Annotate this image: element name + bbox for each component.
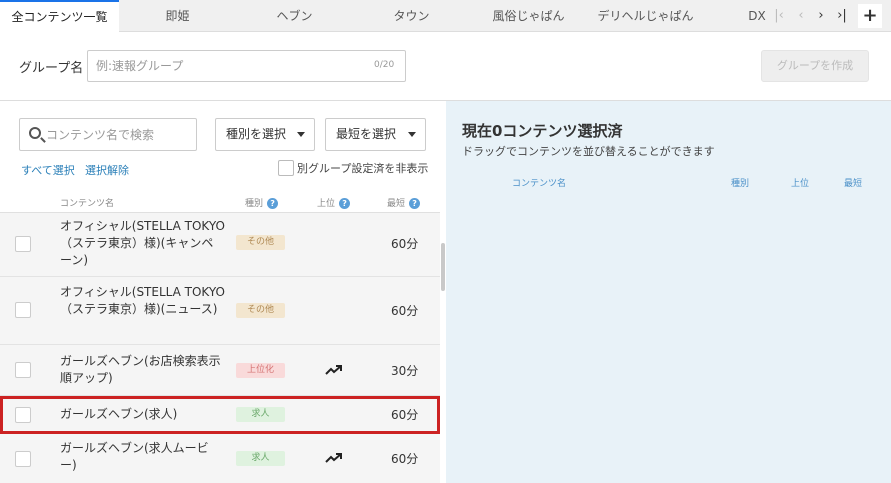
col-header-top-label: 上位 <box>317 199 336 209</box>
content-list: オフィシャル(STELLA TOKYO（ステラ東京）様)(キャンペーン) その他… <box>0 212 440 483</box>
help-icon[interactable]: ? <box>409 198 421 209</box>
col-header-name: コンテンツ名 <box>60 199 115 209</box>
tab-last-icon[interactable]: ›| <box>831 4 853 28</box>
type-badge: 上位化 <box>236 363 285 378</box>
row-checkbox[interactable] <box>15 362 31 378</box>
tab-deliheru-japan[interactable]: デリヘルじゃぱん <box>587 0 704 32</box>
list-scrollbar[interactable] <box>441 243 445 291</box>
row-checkbox[interactable] <box>15 407 31 423</box>
tab-dx[interactable]: DX <box>744 0 770 32</box>
selected-col-header-type: 種別 <box>731 179 750 189</box>
row-checkbox[interactable] <box>15 302 31 318</box>
reorder-hint: ドラッグでコンテンツを並び替えることができます <box>462 145 715 158</box>
tab-prev-icon[interactable]: ‹ <box>790 4 812 28</box>
content-search-box[interactable] <box>19 118 197 151</box>
hide-other-groups-label: 別グループ設定済を非表示 <box>297 162 429 175</box>
group-name-input[interactable] <box>87 50 406 82</box>
selected-count-title: 現在0コンテンツ選択済 <box>462 122 623 140</box>
list-item[interactable]: ガールズヘブン(お店検索表示順アップ) 上位化 30分 <box>0 345 440 396</box>
col-header-top: 上位? <box>317 196 351 209</box>
help-icon[interactable]: ? <box>267 198 279 209</box>
shortest-value: 60分 <box>391 408 419 422</box>
shortest-value: 60分 <box>391 452 419 466</box>
list-item[interactable]: オフィシャル(STELLA TOKYO（ステラ東京）様)(ニュース) その他 6… <box>0 277 440 345</box>
selected-col-header-name: コンテンツ名 <box>512 179 567 189</box>
chevron-down-icon <box>408 132 416 137</box>
content-search-input[interactable] <box>46 119 194 150</box>
chevron-down-icon <box>297 132 305 137</box>
type-select-label: 種別を選択 <box>226 127 287 141</box>
content-tab-bar: 全コンテンツ一覧 即姫 ヘブン タウン 風俗じゃぱん デリヘルじゃぱん DX |… <box>0 0 891 32</box>
content-name: ガールズヘブン(お店検索表示順アップ) <box>60 354 221 385</box>
row-checkbox[interactable] <box>15 236 31 252</box>
select-all-link[interactable]: すべて選択 <box>21 162 75 178</box>
search-icon <box>29 127 41 139</box>
list-item[interactable]: ガールズヘブン(求人ムービー) 求人 60分 <box>0 434 440 483</box>
group-name-label: グループ名 <box>19 61 84 76</box>
selected-col-header-shortest: 最短 <box>844 179 863 189</box>
content-name: ガールズヘブン(求人ムービー) <box>60 441 209 472</box>
shortest-select[interactable]: 最短を選択 <box>325 118 426 151</box>
list-item[interactable]: ガールズヘブン(求人) 求人 60分 <box>0 396 440 434</box>
shortest-select-label: 最短を選択 <box>336 127 397 141</box>
add-tab-icon[interactable]: + <box>858 4 882 28</box>
help-icon[interactable]: ? <box>339 198 351 209</box>
col-header-shortest: 最短? <box>387 196 421 209</box>
type-select[interactable]: 種別を選択 <box>215 118 315 151</box>
col-header-type: 種別? <box>245 196 279 209</box>
content-name: オフィシャル(STELLA TOKYO（ステラ東京）様)(キャンペーン) <box>60 219 225 267</box>
tab-heaven[interactable]: ヘブン <box>236 0 353 32</box>
row-checkbox[interactable] <box>15 451 31 467</box>
shortest-value: 60分 <box>391 237 419 251</box>
selected-contents-panel: 現在0コンテンツ選択済 ドラッグでコンテンツを並び替えることができます コンテン… <box>446 101 891 483</box>
trending-up-icon <box>325 453 342 463</box>
type-badge: その他 <box>236 235 285 250</box>
content-name: オフィシャル(STELLA TOKYO（ステラ東京）様)(ニュース) <box>60 285 225 316</box>
shortest-value: 60分 <box>391 304 419 318</box>
deselect-link[interactable]: 選択解除 <box>85 162 129 178</box>
col-header-shortest-label: 最短 <box>387 199 406 209</box>
type-badge: 求人 <box>236 451 285 466</box>
tab-first-icon[interactable]: |‹ <box>768 4 790 28</box>
create-group-button[interactable]: グループを作成 <box>761 50 869 82</box>
list-item[interactable]: オフィシャル(STELLA TOKYO（ステラ東京）様)(キャンペーン) その他… <box>0 213 440 277</box>
group-name-counter: 0/20 <box>374 60 395 70</box>
selected-col-header-top: 上位 <box>791 179 810 189</box>
content-name: ガールズヘブン(求人) <box>60 407 178 421</box>
shortest-value: 30分 <box>391 364 419 378</box>
trending-up-icon <box>325 365 342 375</box>
type-badge: その他 <box>236 303 285 318</box>
tab-sokuhime[interactable]: 即姫 <box>119 0 236 32</box>
tab-town[interactable]: タウン <box>353 0 470 32</box>
tab-next-icon[interactable]: › <box>810 4 832 28</box>
type-badge: 求人 <box>236 407 285 422</box>
col-header-type-label: 種別 <box>245 199 264 209</box>
hide-other-groups-checkbox[interactable] <box>278 160 294 176</box>
tab-all-contents[interactable]: 全コンテンツ一覧 <box>0 0 119 32</box>
tab-fuzoku-japan[interactable]: 風俗じゃぱん <box>470 0 587 32</box>
